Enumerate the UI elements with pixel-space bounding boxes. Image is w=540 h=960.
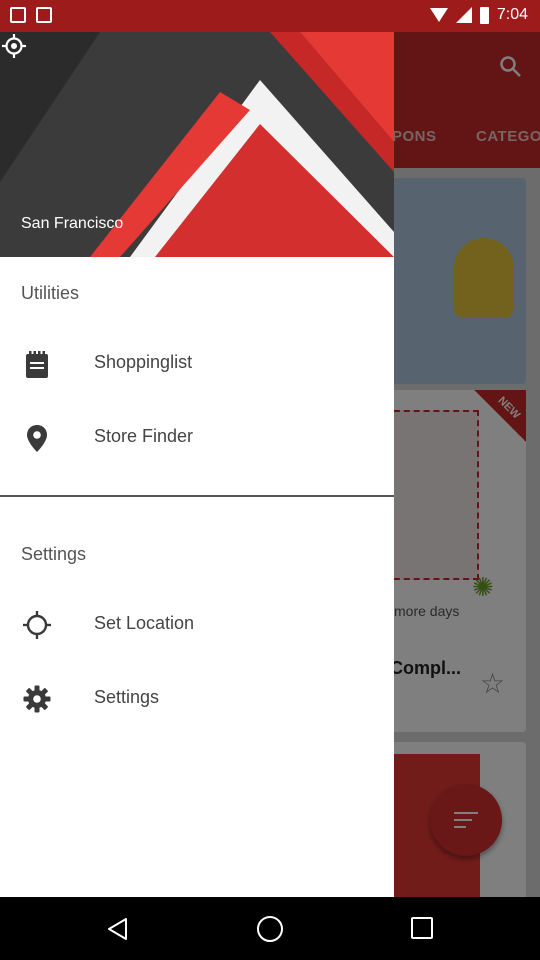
location-city: San Francisco xyxy=(21,215,124,232)
map-pin-icon xyxy=(27,425,47,452)
menu-item-set-location[interactable]: Set Location xyxy=(0,590,394,660)
menu-item-shoppinglist[interactable]: Shoppinglist xyxy=(0,329,394,399)
utilities-heading: Utilities xyxy=(21,283,80,303)
status-time: 7:04 xyxy=(496,6,528,23)
gear-icon xyxy=(23,685,51,713)
back-icon[interactable] xyxy=(106,917,130,941)
menu-label-shoppinglist: Shoppinglist xyxy=(94,352,193,372)
menu-label-set-location: Set Location xyxy=(94,613,195,633)
menu-item-settings[interactable]: Settings xyxy=(0,664,394,734)
recent-apps-icon[interactable] xyxy=(411,917,433,939)
notification-icon xyxy=(10,7,26,23)
crosshair-icon xyxy=(23,611,51,639)
shopping-list-icon xyxy=(26,351,48,378)
menu-label-store-finder: Store Finder xyxy=(94,426,194,446)
navigation-bar xyxy=(0,897,540,960)
navigation-drawer: San Francisco Utilities Shoppinglist Sto xyxy=(0,32,394,897)
drawer-header: San Francisco xyxy=(0,32,394,257)
notification-icons xyxy=(10,7,52,23)
home-icon[interactable] xyxy=(257,916,283,942)
menu-item-store-finder[interactable]: Store Finder xyxy=(0,403,394,473)
status-indicators: 7:04 xyxy=(429,6,528,24)
notification-icon xyxy=(36,7,52,23)
signal-icon xyxy=(455,7,472,23)
crosshair-icon[interactable] xyxy=(0,32,28,60)
menu-label-settings: Settings xyxy=(94,687,160,707)
battery-icon xyxy=(479,6,489,24)
section-divider xyxy=(0,495,394,497)
status-bar: 7:04 xyxy=(0,0,540,32)
wifi-icon xyxy=(429,8,448,22)
settings-heading: Settings xyxy=(21,544,87,564)
